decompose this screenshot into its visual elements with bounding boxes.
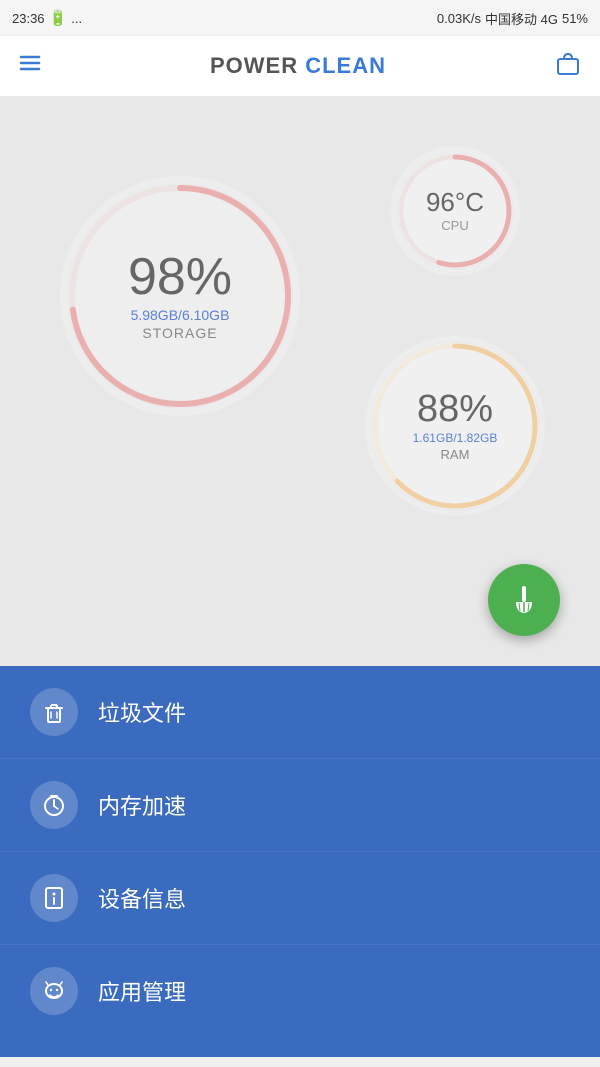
- ram-info: 88% 1.61GB/1.82GB RAM: [365, 336, 545, 516]
- cpu-temp: 96°C: [426, 189, 484, 215]
- title-clean: CLEAN: [305, 53, 386, 78]
- status-time: 23:36: [12, 11, 45, 26]
- device-icon-wrap: [30, 874, 78, 922]
- nav-item-junk[interactable]: 垃圾文件: [0, 666, 600, 759]
- app-title: POWER CLEAN: [210, 53, 386, 79]
- storage-info: 98% 5.98GB/6.10GB STORAGE: [60, 176, 300, 416]
- cpu-info: 96°C CPU: [390, 146, 520, 276]
- android-icon: [41, 978, 67, 1004]
- storage-used: 5.98GB/6.10GB: [131, 307, 230, 323]
- ram-percent: 88%: [417, 390, 493, 428]
- app-header: POWER CLEAN: [0, 36, 600, 96]
- hamburger-icon[interactable]: [18, 51, 42, 81]
- storage-gauge: 98% 5.98GB/6.10GB STORAGE: [60, 176, 300, 416]
- apps-label: 应用管理: [98, 975, 186, 1007]
- status-carrier: 中国移动 4G: [485, 9, 558, 28]
- dashboard-area: 98% 5.98GB/6.10GB STORAGE 96°C CPU: [0, 96, 600, 666]
- nav-item-device[interactable]: 设备信息: [0, 852, 600, 945]
- status-bar: 23:36 🔋 ... 0.03K/s 中国移动 4G 51%: [0, 0, 600, 36]
- clean-fab-button[interactable]: [488, 564, 560, 636]
- bottom-navigation: 垃圾文件 内存加速 设备信息: [0, 666, 600, 1057]
- ram-used: 1.61GB/1.82GB: [413, 431, 498, 445]
- cpu-gauge: 96°C CPU: [390, 146, 520, 276]
- storage-percent: 98%: [128, 251, 232, 303]
- memory-label: 内存加速: [98, 789, 186, 821]
- status-time-area: 23:36 🔋 ...: [12, 9, 82, 27]
- storage-label: STORAGE: [142, 325, 217, 341]
- status-notification-icon: 🔋: [49, 9, 68, 27]
- trash-icon: [41, 699, 67, 725]
- timer-icon: [41, 792, 67, 818]
- nav-item-memory[interactable]: 内存加速: [0, 759, 600, 852]
- bag-icon[interactable]: [554, 49, 582, 84]
- memory-icon-wrap: [30, 781, 78, 829]
- status-right-area: 0.03K/s 中国移动 4G 51%: [437, 9, 588, 28]
- cpu-label: CPU: [441, 218, 468, 233]
- status-battery: 51%: [562, 11, 588, 26]
- junk-label: 垃圾文件: [98, 696, 186, 728]
- info-icon: [41, 885, 67, 911]
- nav-item-apps[interactable]: 应用管理: [0, 945, 600, 1037]
- junk-icon-wrap: [30, 688, 78, 736]
- title-power: POWER: [210, 53, 298, 78]
- status-network: 0.03K/s: [437, 11, 481, 26]
- ram-label: RAM: [441, 447, 470, 462]
- device-label: 设备信息: [98, 882, 186, 914]
- apps-icon-wrap: [30, 967, 78, 1015]
- status-dots: ...: [71, 11, 82, 26]
- ram-gauge: 88% 1.61GB/1.82GB RAM: [365, 336, 545, 516]
